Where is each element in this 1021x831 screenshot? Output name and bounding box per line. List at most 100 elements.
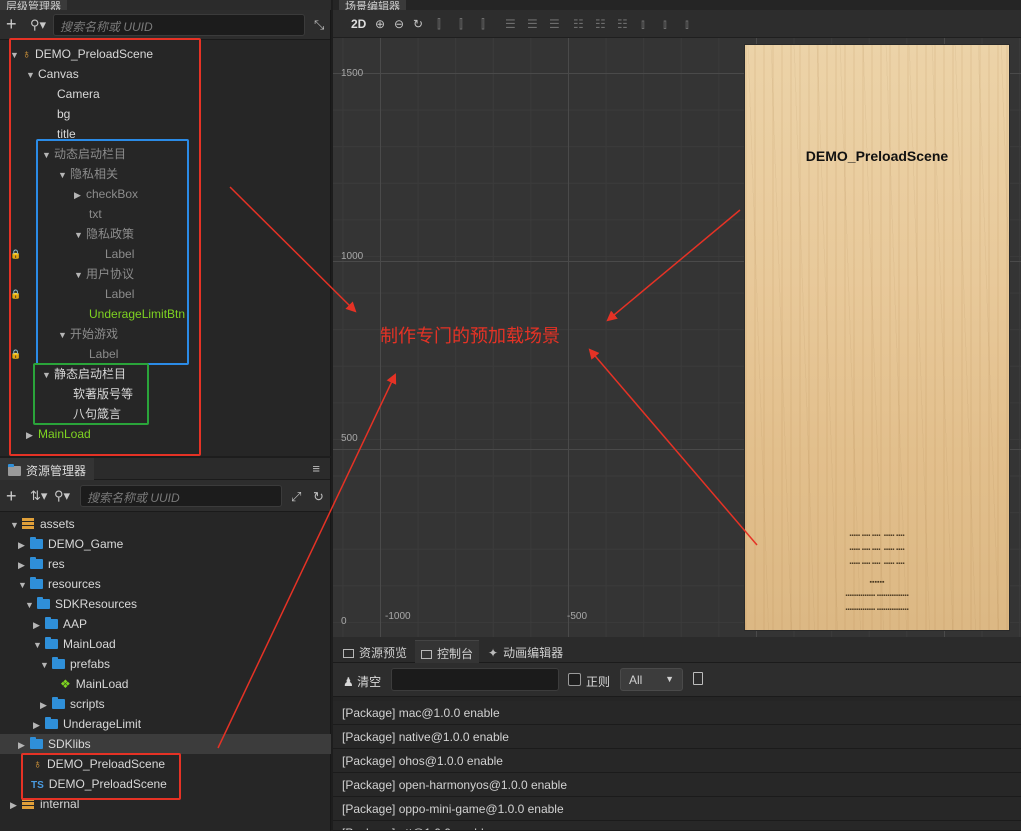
align-left-icon[interactable]: ⫿ — [437, 17, 441, 32]
x-axis-label-neg1000: -1000 — [385, 611, 411, 622]
caret-down-icon[interactable]: ▼ — [33, 635, 45, 655]
distribute-left-icon[interactable]: ⫾ — [641, 17, 645, 32]
annotation-green-box — [33, 363, 149, 425]
scene-tab-strip: 场景编辑器 — [333, 0, 1021, 13]
caret-right-icon[interactable]: ▶ — [18, 535, 30, 555]
folder-icon — [45, 617, 58, 629]
caret-down-icon[interactable]: ▼ — [40, 655, 52, 675]
hierarchy-tab-strip: 层级管理器 — [0, 0, 331, 13]
asset-underagelimit[interactable]: ▶ UnderageLimit — [33, 714, 141, 734]
zoom-out-icon[interactable]: ⊖ — [394, 17, 404, 31]
asset-mainload-prefab[interactable]: ❖ MainLoad — [60, 674, 128, 694]
asset-resources[interactable]: ▼ resources — [18, 574, 101, 594]
distribute-hcenter-icon[interactable]: ⫾ — [663, 17, 667, 32]
assets-panel-icon — [8, 464, 21, 476]
folder-icon — [45, 637, 58, 649]
hierarchy-search-input[interactable]: 搜索名称或 UUID — [53, 14, 305, 36]
folder-icon — [30, 737, 43, 749]
canvas-preview-wood[interactable]: DEMO_PreloadScene ▪▪▪▪▪ ▪▪▪▪ ▪▪▪▪ ▪▪▪▪▪ … — [745, 45, 1009, 630]
tab-hierarchy[interactable]: 层级管理器 — [0, 0, 67, 13]
asset-prefabs[interactable]: ▼ prefabs — [40, 654, 110, 674]
toggle-2d-button[interactable]: 2D — [351, 17, 366, 31]
caret-right-icon[interactable]: ▶ — [18, 555, 30, 575]
align-right-icon[interactable]: ⫿ — [481, 17, 485, 32]
y-axis-label-500: 500 — [341, 433, 358, 444]
copyright-text-line: ▪▪▪▪▪ ▪▪▪▪ ▪▪▪▪ ▪▪▪▪▪ ▪▪▪▪ — [849, 547, 905, 553]
folder-icon — [30, 537, 43, 549]
align-vcenter-icon[interactable]: ☰ — [527, 17, 538, 31]
mottos-text-line: ▪▪▪▪▪▪▪▪▪▪▪▪▪▪ ▪▪▪▪▪▪▪▪▪▪▪▪▪▪▪ — [845, 607, 909, 613]
folder-icon — [45, 717, 58, 729]
caret-right-icon[interactable]: ▶ — [40, 695, 52, 715]
assets-header: 资源管理器 ≡ — [0, 458, 330, 480]
log-entry: [Package] ohos@1.0.0 enable — [333, 749, 1021, 773]
tab-console[interactable]: 控制台 — [415, 640, 480, 663]
zoom-in-icon[interactable]: ⊕ — [375, 17, 385, 31]
asset-mainload-folder[interactable]: ▼ MainLoad — [33, 634, 116, 654]
caret-right-icon[interactable]: ▶ — [18, 735, 30, 755]
add-node-button[interactable]: + — [6, 15, 17, 33]
asset-aap[interactable]: ▶ AAP — [33, 614, 87, 634]
folder-icon — [52, 697, 65, 709]
database-icon — [22, 518, 34, 529]
caret-down-icon[interactable]: ▼ — [18, 575, 30, 595]
assets-search-input[interactable]: 搜索名称或 UUID — [80, 485, 282, 507]
log-level-select[interactable]: All ▼ — [620, 668, 683, 691]
x-axis-label-neg500: -500 — [567, 611, 588, 622]
folder-icon — [37, 597, 50, 609]
folder-icon — [30, 557, 43, 569]
log-entry: [Package] open-harmonyos@1.0.0 enable — [333, 773, 1021, 797]
sort-icon[interactable]: ⇅▾ — [30, 488, 50, 504]
hierarchy-toolbar: + ⚲▾ 搜索名称或 UUID ⤡ — [0, 10, 330, 40]
animation-icon: ✦ — [488, 646, 499, 660]
assets-toolbar: + ⇅▾ ⚲▾ 搜索名称或 UUID ⤢ ↻ — [0, 480, 330, 512]
asset-sdklibs[interactable]: ▶ SDKlibs — [18, 734, 91, 754]
distribute-bottom-icon[interactable]: ☷ — [617, 17, 628, 31]
prefab-icon: ❖ — [60, 677, 71, 691]
log-entry: [Package] oppo-mini-game@1.0.0 enable — [333, 797, 1021, 821]
open-log-file-icon[interactable] — [693, 672, 703, 685]
collapse-all-icon[interactable]: ⤡ — [314, 17, 324, 33]
folder-icon — [30, 577, 43, 589]
asset-assets[interactable]: ▼ assets — [10, 514, 75, 534]
refresh-icon[interactable]: ↻ — [313, 489, 324, 505]
console-filter-input[interactable] — [391, 668, 559, 691]
regex-checkbox[interactable] — [568, 673, 581, 686]
canvas-title: DEMO_PreloadScene — [805, 148, 949, 164]
annotation-red-box-assets — [21, 753, 181, 800]
tab-asset-preview[interactable]: 资源预览 — [337, 640, 413, 663]
terminal-icon — [421, 650, 432, 659]
align-hcenter-icon[interactable]: ⫿ — [459, 17, 463, 32]
asset-sdkresources[interactable]: ▼ SDKResources — [25, 594, 137, 614]
align-bottom-icon[interactable]: ☰ — [549, 17, 560, 31]
expand-icon[interactable]: ⤢ — [291, 489, 301, 505]
scene-editor-panel: 场景编辑器 2D ⊕ ⊖ ↻ ⫿ ⫿ ⫿ ☰ ☰ ☰ ☷ ☷ ☷ ⫾ ⫾ ⫾ 1… — [333, 0, 1021, 637]
console-panel: 资源预览 控制台 ✦ 动画编辑器 ♟ 清空 正则 All ▼ [Package] m… — [333, 637, 1021, 831]
caret-down-icon[interactable]: ▼ — [25, 595, 37, 615]
menu-icon[interactable]: ≡ — [312, 461, 320, 476]
caret-right-icon[interactable]: ▶ — [33, 615, 45, 635]
distribute-vcenter-icon[interactable]: ☷ — [595, 17, 606, 31]
asset-demo-game[interactable]: ▶ DEMO_Game — [18, 534, 123, 554]
add-asset-button[interactable]: + — [6, 487, 17, 505]
tab-scene-editor[interactable]: 场景编辑器 — [339, 0, 406, 13]
distribute-top-icon[interactable]: ☷ — [573, 17, 584, 31]
copyright-text-line: ▪▪▪▪▪ ▪▪▪▪ ▪▪▪▪ ▪▪▪▪▪ ▪▪▪▪ — [849, 561, 905, 567]
clear-button[interactable]: ♟ 清空 — [343, 673, 381, 690]
search-filter-icon[interactable]: ⚲▾ — [54, 488, 74, 504]
caret-down-icon[interactable]: ▼ — [10, 515, 22, 535]
tab-animation-editor[interactable]: ✦ 动画编辑器 — [482, 640, 569, 663]
log-entry: [Package] native@1.0.0 enable — [333, 725, 1021, 749]
asset-scripts[interactable]: ▶ scripts — [40, 694, 105, 714]
asset-res[interactable]: ▶ res — [18, 554, 65, 574]
search-filter-icon[interactable]: ⚲▾ — [30, 17, 50, 33]
caret-right-icon[interactable]: ▶ — [33, 715, 45, 735]
mottos-text-line: ▪▪▪▪▪▪▪▪▪▪▪▪▪▪ ▪▪▪▪▪▪▪▪▪▪▪▪▪▪▪ — [845, 593, 909, 599]
preview-icon — [343, 649, 354, 658]
console-toolbar: ♟ 清空 正则 All ▼ — [333, 663, 1021, 697]
y-axis-label-1500: 1500 — [341, 68, 364, 79]
distribute-right-icon[interactable]: ⫾ — [685, 17, 689, 32]
tab-assets[interactable]: 资源管理器 — [0, 458, 95, 480]
refresh-icon[interactable]: ↻ — [413, 17, 423, 31]
align-top-icon[interactable]: ☰ — [505, 17, 516, 31]
